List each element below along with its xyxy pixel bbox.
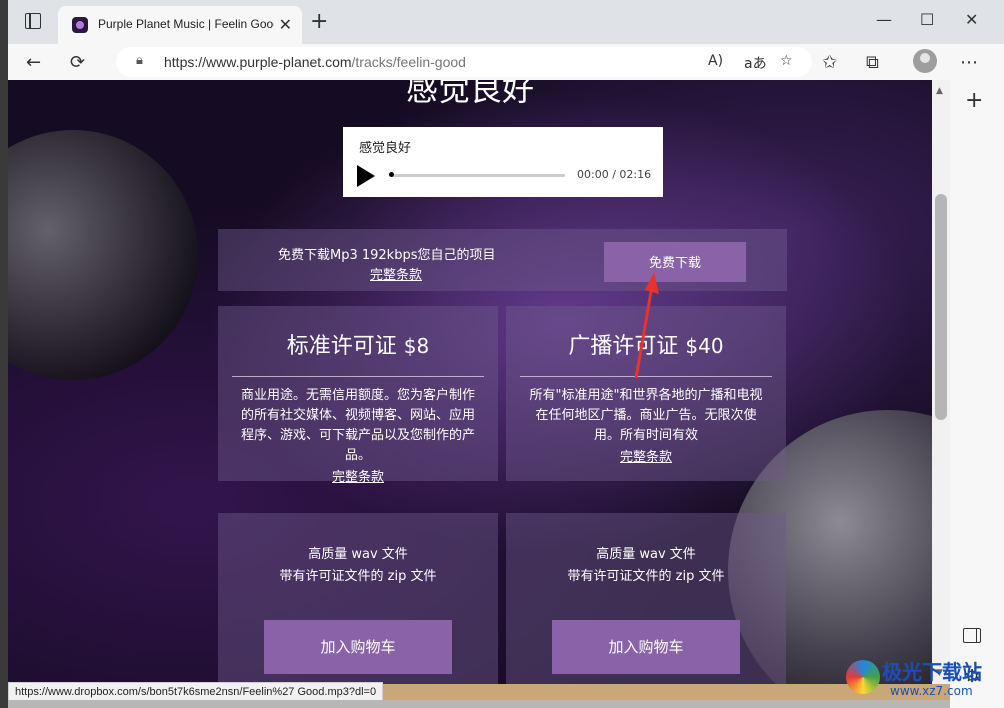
browser-toolbar: ← ⟳ 🔒︎ https://www.purple-planet.com/tra… [8,44,1004,80]
desc-line: 商业用途。无需信用额度。您为客户制作 [240,388,475,403]
desc-line: 程序、游戏、可下载产品以及您制作的产 [240,428,475,443]
more-menu-icon[interactable]: ⋯ [960,52,978,73]
planet-left-image [8,130,198,380]
watermark-logo-icon [846,660,880,694]
license-description: 商业用途。无需信用额度。您为客户制作 的所有社交媒体、视频博客、网站、应用 程序… [226,386,490,466]
play-icon[interactable] [357,165,375,187]
free-download-panel: 免费下载Mp3 192kbps您自己的项目 完整条款 免费下载 [218,229,787,291]
desc-line: 品。 [344,448,371,463]
license-heading: 标准许可证 $8 [218,328,498,360]
broadcast-terms-link[interactable]: 完整条款 [506,446,786,465]
add-to-cart-button[interactable]: 加入购物车 [264,620,452,674]
browser-sidebar: + ⚙ [950,80,1004,708]
player-time: 00:00 / 02:16 [577,168,652,181]
license-title: 标准许可证 [286,334,397,359]
free-download-text: 免费下载Mp3 192kbps您自己的项目 [278,248,496,263]
standard-license-panel: 标准许可证 $8 商业用途。无需信用额度。您为客户制作 的所有社交媒体、视频博客… [218,306,498,485]
audio-player: 感觉良好 00:00 / 02:16 [343,127,663,197]
player-progress-track[interactable] [389,174,565,177]
back-arrow-icon[interactable]: ← [26,52,41,73]
minimize-button[interactable]: — [876,10,892,29]
file-line: 高质量 wav 文件 [596,547,696,562]
scroll-up-icon[interactable]: ▲ [936,86,943,96]
tab-title: Purple Planet Music | Feelin Good [98,17,274,31]
favorite-add-icon[interactable]: ☆ [780,53,793,69]
page-title: 感觉良好 [405,80,534,108]
read-aloud-icon[interactable]: A) [708,53,723,69]
lock-icon[interactable]: 🔒︎ [136,53,143,68]
sidebar-add-icon[interactable]: + [965,88,983,113]
page-scrollbar[interactable]: ▲ ▼ [932,80,950,684]
translate-icon[interactable]: aあ [744,53,767,73]
divider [232,376,484,377]
desc-line: 的所有社交媒体、视频博客、网站、应用 [240,408,475,423]
license-price: $8 [403,334,430,358]
annotation-arrow-icon [634,272,659,379]
standard-file-panel: 高质量 wav 文件 带有许可证文件的 zip 文件 加入购物车 [218,513,498,684]
title-bar: Purple Planet Music | Feelin Good ✕ + — … [8,0,1004,44]
desc-line: 所有"标准用途"和世界各地的广播和电视 [529,388,763,403]
hide-sidebar-icon[interactable] [963,628,981,643]
desc-line: 在任何地区广播。商业广告。无限次使 [535,408,757,423]
new-tab-button[interactable]: + [310,9,328,34]
tab-actions-icon[interactable] [25,13,41,29]
status-bar-url: https://www.dropbox.com/s/bon5t7k6sme2ns… [8,682,384,702]
tab-close-icon[interactable]: ✕ [279,15,292,34]
file-line: 带有许可证文件的 zip 文件 [567,569,725,584]
add-to-cart-button[interactable]: 加入购物车 [552,620,740,674]
scrollbar-thumb[interactable] [935,194,947,420]
watermark-logo: 极光下载站 www.xz7.com [846,656,996,704]
watermark-url: www.xz7.com [890,684,973,698]
favorites-icon[interactable]: ✩ [822,52,837,73]
free-terms-link[interactable]: 完整条款 [370,264,422,283]
url-text: https://www.purple-planet.com/tracks/fee… [164,54,466,70]
player-track-name: 感觉良好 [359,141,412,156]
page-viewport: 感觉良好 感觉良好 00:00 / 02:16 免费下载Mp3 192kbps您… [8,80,932,684]
address-bar[interactable]: 🔒︎ https://www.purple-planet.com/tracks/… [116,47,812,77]
broadcast-file-panel: 高质量 wav 文件 带有许可证文件的 zip 文件 加入购物车 [506,513,786,684]
license-description: 所有"标准用途"和世界各地的广播和电视 在任何地区广播。商业广告。无限次使 用。… [514,386,778,446]
horizontal-scrollbar[interactable] [8,700,950,708]
file-line: 带有许可证文件的 zip 文件 [279,569,437,584]
watermark-text: 极光下载站 [882,660,982,684]
desc-line: 用。所有时间有效 [593,428,698,443]
standard-terms-link[interactable]: 完整条款 [218,466,498,485]
profile-avatar[interactable] [913,49,937,73]
file-line: 高质量 wav 文件 [308,547,408,562]
player-progress-knob[interactable] [389,172,394,177]
window-left-edge [0,0,8,708]
maximize-button[interactable]: ☐ [920,10,934,29]
free-download-button[interactable]: 免费下载 [604,242,746,282]
close-window-button[interactable]: ✕ [965,10,978,29]
license-price: $40 [685,334,724,358]
site-favicon-icon [72,17,88,33]
collections-icon[interactable]: ⧉ [866,52,879,73]
browser-tab[interactable]: Purple Planet Music | Feelin Good ✕ [58,6,302,44]
refresh-icon[interactable]: ⟳ [70,52,85,73]
